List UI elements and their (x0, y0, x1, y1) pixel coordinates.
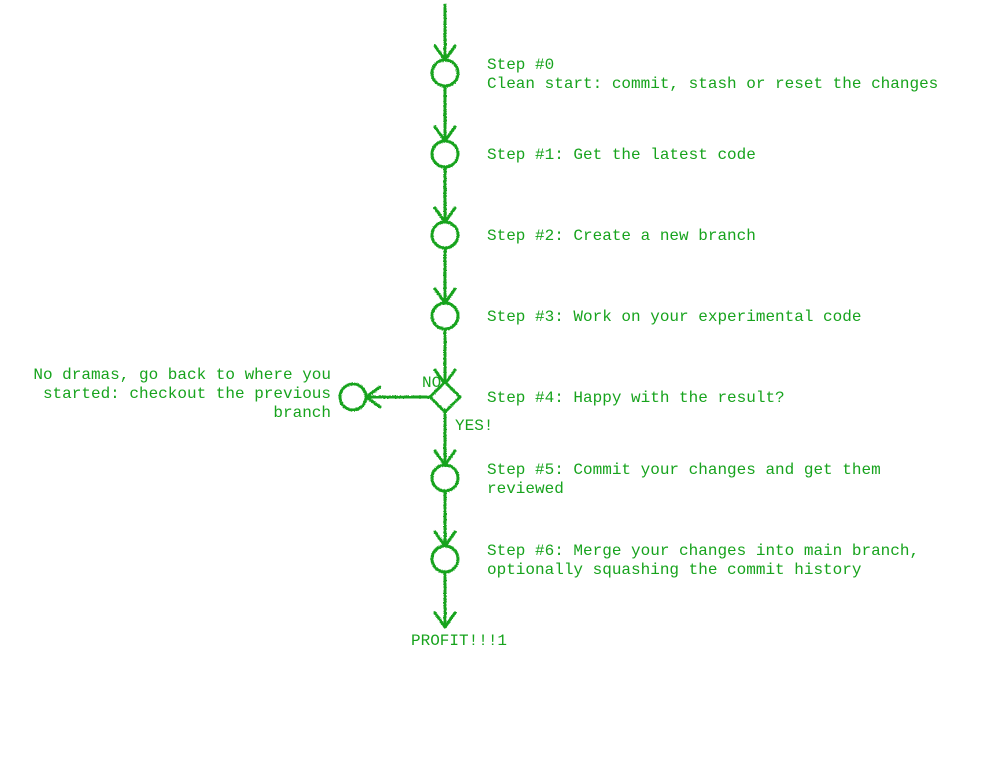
flowchart-diagram: Step #0Clean start: commit, stash or res… (0, 0, 1000, 768)
flow-node (432, 546, 458, 572)
step-label: Step #4: Happy with the result? (487, 389, 785, 407)
flow-node (340, 384, 366, 410)
step-label: Step #0 (487, 56, 554, 74)
flow-node (432, 303, 458, 329)
flow-node (432, 222, 458, 248)
step-label: optionally squashing the commit history (487, 561, 862, 579)
step-label: reviewed (487, 480, 564, 498)
yes-label: YES! (455, 417, 493, 435)
step-label: Step #5: Commit your changes and get the… (487, 461, 881, 479)
terminal-label: PROFIT!!!1 (411, 632, 507, 650)
step-label: Step #3: Work on your experimental code (487, 308, 861, 326)
no-label: NO (422, 374, 441, 392)
flow-node (432, 60, 458, 86)
step-label: Clean start: commit, stash or reset the … (487, 75, 938, 93)
branch-side-text: branch (273, 404, 331, 422)
branch-side-text: No dramas, go back to where you (33, 366, 331, 384)
step-label: Step #1: Get the latest code (487, 146, 756, 164)
flow-node (432, 465, 458, 491)
flow-node (432, 141, 458, 167)
branch-side-text: started: checkout the previous (43, 385, 331, 403)
step-label: Step #6: Merge your changes into main br… (487, 542, 919, 560)
step-label: Step #2: Create a new branch (487, 227, 756, 245)
